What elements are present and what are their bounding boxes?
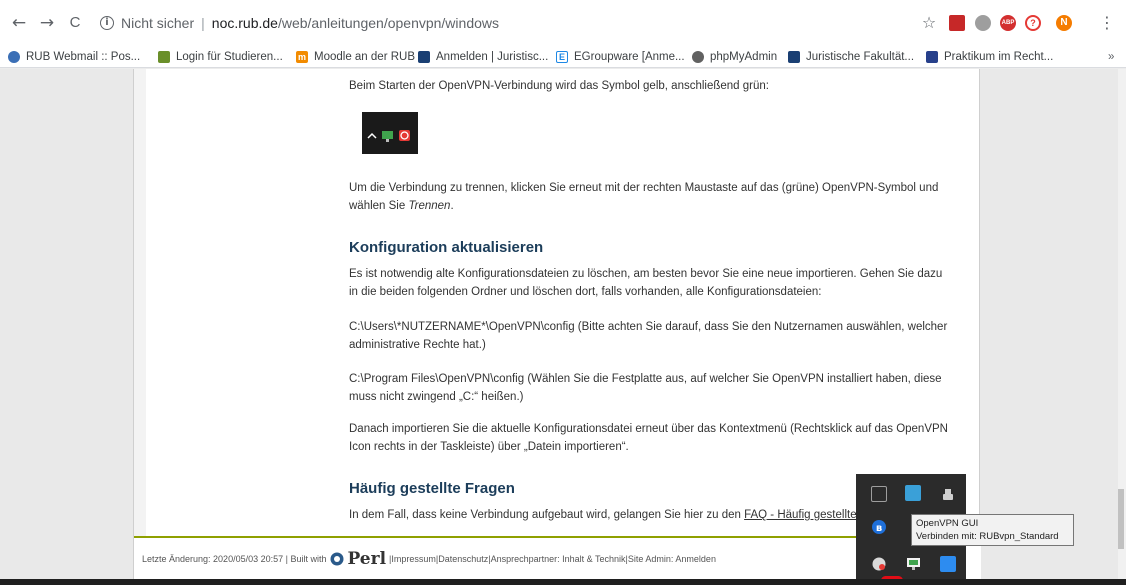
last-change-label: Letzte Änderung: 2020/05/03 20:57 | Buil… [142, 553, 327, 564]
path-user-paragraph: C:\Users\*NUTZERNAME*\OpenVPN\config (Bi… [349, 321, 948, 351]
phpmyadmin-icon [692, 51, 704, 63]
bookmarks-bar: RUB Webmail :: Pos... Login für Studiere… [0, 46, 1126, 68]
app-tray-icon[interactable] [905, 485, 921, 501]
security-label: Nicht sicher [121, 15, 195, 31]
praktikum-icon [926, 51, 938, 63]
ansprechpartner-link[interactable]: Ansprechpartner: Inhalt & Technik [491, 554, 626, 564]
url-host: noc.rub.de [211, 15, 278, 31]
reload-button[interactable]: C [64, 12, 86, 34]
address-bar[interactable]: i Nicht sicher | noc.rub.de/web/anleitun… [100, 9, 1020, 37]
impressum-link[interactable]: Impressum [391, 554, 436, 564]
bookmark-label: Login für Studieren... [176, 51, 283, 63]
campus-icon [158, 51, 170, 63]
info-icon[interactable]: i [100, 16, 114, 30]
openvpn-tray-icon[interactable] [905, 555, 921, 571]
bookmark-star-icon[interactable]: ☆ [918, 12, 940, 34]
openvpn-tooltip: OpenVPN GUI Verbinden mit: RUBvpn_Standa… [911, 514, 1074, 546]
back-button[interactable]: ← [8, 12, 30, 34]
pdf-extension-icon[interactable] [949, 15, 965, 31]
start-paragraph: Beim Starten der OpenVPN-Verbindung wird… [349, 80, 769, 92]
bluetooth-icon[interactable]: ʙ [871, 519, 887, 535]
law-faculty-icon [418, 51, 430, 63]
usb-tray-icon[interactable] [940, 486, 956, 502]
bookmark-item[interactable]: Anmelden | Juristisc... [418, 49, 548, 65]
tray-icons-screenshot [362, 112, 418, 154]
browser-menu-icon[interactable]: ⋮ [1096, 12, 1118, 34]
page-scrollbar[interactable] [1118, 69, 1126, 579]
scrollbar-thumb[interactable] [1118, 489, 1124, 549]
webmail-icon [8, 51, 20, 63]
law-faculty-icon [788, 51, 800, 63]
bookmark-item[interactable]: phpMyAdmin [692, 49, 777, 65]
gray-extension-icon[interactable] [975, 15, 991, 31]
bookmark-item[interactable]: Praktikum im Recht... [926, 49, 1053, 65]
bookmark-label: Praktikum im Recht... [944, 51, 1054, 63]
bookmark-item[interactable]: Login für Studieren... [158, 49, 283, 65]
browser-toolbar: ← → C i Nicht sicher | noc.rub.de/web/an… [0, 0, 1126, 46]
bookmark-item[interactable]: RUB Webmail :: Pos... [8, 49, 140, 65]
window-tray-icon[interactable] [871, 486, 887, 502]
left-rail [134, 69, 146, 579]
import-paragraph: Danach importieren Sie die aktuelle Konf… [349, 423, 948, 453]
perl-logo[interactable]: Perl [330, 549, 389, 569]
bookmarks-overflow-button[interactable]: » [1108, 49, 1114, 65]
trennen-label: Trennen [408, 200, 451, 212]
bookmark-item[interactable]: Juristische Fakultät... [788, 49, 914, 65]
windows-taskbar [0, 579, 1126, 585]
datenschutz-link[interactable]: Datenschutz [438, 554, 488, 564]
tooltip-status: Verbinden mit: RUBvpn_Standard [916, 531, 1059, 542]
shield-tray-icon[interactable] [871, 556, 887, 572]
bookmark-label: RUB Webmail :: Pos... [26, 51, 141, 63]
zoom-tray-icon[interactable] [940, 556, 956, 572]
path-program-paragraph: C:\Program Files\OpenVPN\config (Wählen … [349, 373, 942, 403]
disconnect-paragraph: Um die Verbindung zu trennen, klicken Si… [349, 182, 939, 212]
bookmark-label: Anmelden | Juristisc... [436, 51, 549, 63]
bookmark-label: phpMyAdmin [710, 51, 778, 63]
perl-onion-icon [330, 552, 344, 565]
adblock-extension-icon[interactable]: ABP [1000, 15, 1016, 31]
page-footer: Letzte Änderung: 2020/05/03 20:57 | Buil… [134, 536, 981, 579]
profile-avatar[interactable]: N [1056, 15, 1072, 31]
tooltip-title: OpenVPN GUI [916, 518, 979, 529]
svg-text:ʙ: ʙ [876, 523, 882, 534]
extension-icon[interactable]: ? [1025, 15, 1041, 31]
egroupware-icon: E [556, 51, 568, 63]
config-paragraph: Es ist notwendig alte Konfigurationsdate… [349, 268, 943, 298]
address-separator: | [201, 15, 205, 31]
moodle-icon: m [296, 51, 308, 63]
bookmark-label: EGroupware [Anme... [574, 51, 685, 63]
config-heading: Konfiguration aktualisieren [349, 239, 544, 256]
bookmark-label: Juristische Fakultät... [806, 51, 915, 63]
content-card: Beim Starten der OpenVPN-Verbindung wird… [133, 69, 981, 579]
bookmark-item[interactable]: m Moodle an der RUB [296, 49, 415, 65]
site-admin-link[interactable]: Site Admin: Anmelden [628, 554, 716, 564]
url-path: /web/anleitungen/openvpn/windows [277, 15, 499, 31]
bookmark-item[interactable]: E EGroupware [Anme... [556, 49, 685, 65]
forward-button[interactable]: → [36, 12, 58, 34]
bookmark-label: Moodle an der RUB [314, 51, 415, 63]
faq-heading: Häufig gestellte Fragen [349, 480, 515, 497]
